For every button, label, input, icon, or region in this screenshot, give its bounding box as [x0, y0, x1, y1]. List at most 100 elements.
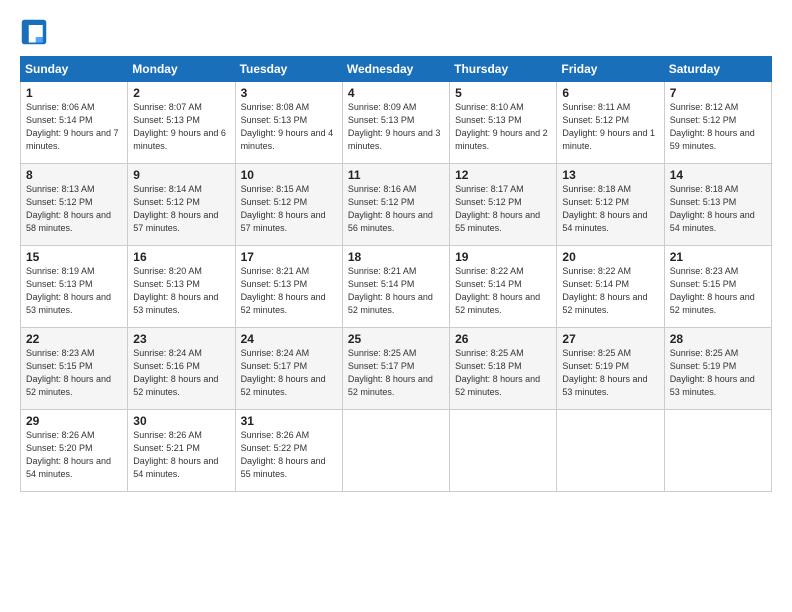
day-number: 5	[455, 86, 552, 100]
calendar-cell: 1Sunrise: 8:06 AMSunset: 5:14 PMDaylight…	[21, 82, 128, 164]
day-info: Sunrise: 8:07 AMSunset: 5:13 PMDaylight:…	[133, 101, 230, 153]
day-number: 13	[562, 168, 659, 182]
calendar-cell: 11Sunrise: 8:16 AMSunset: 5:12 PMDayligh…	[342, 164, 449, 246]
day-number: 25	[348, 332, 445, 346]
day-number: 27	[562, 332, 659, 346]
day-info: Sunrise: 8:16 AMSunset: 5:12 PMDaylight:…	[348, 183, 445, 235]
day-info: Sunrise: 8:21 AMSunset: 5:13 PMDaylight:…	[241, 265, 338, 317]
calendar-cell: 20Sunrise: 8:22 AMSunset: 5:14 PMDayligh…	[557, 246, 664, 328]
calendar-cell: 16Sunrise: 8:20 AMSunset: 5:13 PMDayligh…	[128, 246, 235, 328]
calendar-cell: 28Sunrise: 8:25 AMSunset: 5:19 PMDayligh…	[664, 328, 771, 410]
day-info: Sunrise: 8:20 AMSunset: 5:13 PMDaylight:…	[133, 265, 230, 317]
calendar-cell: 7Sunrise: 8:12 AMSunset: 5:12 PMDaylight…	[664, 82, 771, 164]
day-info: Sunrise: 8:09 AMSunset: 5:13 PMDaylight:…	[348, 101, 445, 153]
calendar: SundayMondayTuesdayWednesdayThursdayFrid…	[20, 56, 772, 492]
day-info: Sunrise: 8:15 AMSunset: 5:12 PMDaylight:…	[241, 183, 338, 235]
calendar-cell: 21Sunrise: 8:23 AMSunset: 5:15 PMDayligh…	[664, 246, 771, 328]
calendar-cell: 15Sunrise: 8:19 AMSunset: 5:13 PMDayligh…	[21, 246, 128, 328]
calendar-cell: 26Sunrise: 8:25 AMSunset: 5:18 PMDayligh…	[450, 328, 557, 410]
calendar-cell: 5Sunrise: 8:10 AMSunset: 5:13 PMDaylight…	[450, 82, 557, 164]
calendar-cell: 13Sunrise: 8:18 AMSunset: 5:12 PMDayligh…	[557, 164, 664, 246]
day-number: 15	[26, 250, 123, 264]
day-number: 14	[670, 168, 767, 182]
col-header-monday: Monday	[128, 57, 235, 82]
day-info: Sunrise: 8:19 AMSunset: 5:13 PMDaylight:…	[26, 265, 123, 317]
day-number: 2	[133, 86, 230, 100]
week-row-1: 1Sunrise: 8:06 AMSunset: 5:14 PMDaylight…	[21, 82, 772, 164]
day-info: Sunrise: 8:24 AMSunset: 5:16 PMDaylight:…	[133, 347, 230, 399]
calendar-cell: 8Sunrise: 8:13 AMSunset: 5:12 PMDaylight…	[21, 164, 128, 246]
calendar-cell: 29Sunrise: 8:26 AMSunset: 5:20 PMDayligh…	[21, 410, 128, 492]
calendar-cell: 10Sunrise: 8:15 AMSunset: 5:12 PMDayligh…	[235, 164, 342, 246]
day-number: 30	[133, 414, 230, 428]
day-number: 1	[26, 86, 123, 100]
day-info: Sunrise: 8:06 AMSunset: 5:14 PMDaylight:…	[26, 101, 123, 153]
day-info: Sunrise: 8:18 AMSunset: 5:13 PMDaylight:…	[670, 183, 767, 235]
day-number: 18	[348, 250, 445, 264]
calendar-cell: 9Sunrise: 8:14 AMSunset: 5:12 PMDaylight…	[128, 164, 235, 246]
day-info: Sunrise: 8:18 AMSunset: 5:12 PMDaylight:…	[562, 183, 659, 235]
calendar-cell: 22Sunrise: 8:23 AMSunset: 5:15 PMDayligh…	[21, 328, 128, 410]
calendar-cell: 6Sunrise: 8:11 AMSunset: 5:12 PMDaylight…	[557, 82, 664, 164]
logo-icon	[20, 18, 48, 46]
day-info: Sunrise: 8:17 AMSunset: 5:12 PMDaylight:…	[455, 183, 552, 235]
calendar-cell: 17Sunrise: 8:21 AMSunset: 5:13 PMDayligh…	[235, 246, 342, 328]
day-info: Sunrise: 8:23 AMSunset: 5:15 PMDaylight:…	[26, 347, 123, 399]
calendar-cell: 4Sunrise: 8:09 AMSunset: 5:13 PMDaylight…	[342, 82, 449, 164]
day-number: 29	[26, 414, 123, 428]
col-header-friday: Friday	[557, 57, 664, 82]
day-info: Sunrise: 8:25 AMSunset: 5:19 PMDaylight:…	[670, 347, 767, 399]
calendar-cell	[450, 410, 557, 492]
day-info: Sunrise: 8:25 AMSunset: 5:17 PMDaylight:…	[348, 347, 445, 399]
day-info: Sunrise: 8:26 AMSunset: 5:20 PMDaylight:…	[26, 429, 123, 481]
day-info: Sunrise: 8:12 AMSunset: 5:12 PMDaylight:…	[670, 101, 767, 153]
calendar-cell: 3Sunrise: 8:08 AMSunset: 5:13 PMDaylight…	[235, 82, 342, 164]
calendar-cell	[342, 410, 449, 492]
day-number: 17	[241, 250, 338, 264]
calendar-cell: 31Sunrise: 8:26 AMSunset: 5:22 PMDayligh…	[235, 410, 342, 492]
day-info: Sunrise: 8:13 AMSunset: 5:12 PMDaylight:…	[26, 183, 123, 235]
calendar-cell: 23Sunrise: 8:24 AMSunset: 5:16 PMDayligh…	[128, 328, 235, 410]
day-info: Sunrise: 8:22 AMSunset: 5:14 PMDaylight:…	[455, 265, 552, 317]
day-number: 12	[455, 168, 552, 182]
day-number: 26	[455, 332, 552, 346]
col-header-sunday: Sunday	[21, 57, 128, 82]
calendar-body: 1Sunrise: 8:06 AMSunset: 5:14 PMDaylight…	[21, 82, 772, 492]
day-number: 4	[348, 86, 445, 100]
day-number: 20	[562, 250, 659, 264]
day-info: Sunrise: 8:26 AMSunset: 5:22 PMDaylight:…	[241, 429, 338, 481]
day-number: 24	[241, 332, 338, 346]
day-info: Sunrise: 8:10 AMSunset: 5:13 PMDaylight:…	[455, 101, 552, 153]
day-number: 6	[562, 86, 659, 100]
day-number: 19	[455, 250, 552, 264]
day-info: Sunrise: 8:08 AMSunset: 5:13 PMDaylight:…	[241, 101, 338, 153]
week-row-4: 22Sunrise: 8:23 AMSunset: 5:15 PMDayligh…	[21, 328, 772, 410]
day-number: 3	[241, 86, 338, 100]
day-number: 23	[133, 332, 230, 346]
day-info: Sunrise: 8:23 AMSunset: 5:15 PMDaylight:…	[670, 265, 767, 317]
day-number: 9	[133, 168, 230, 182]
day-number: 22	[26, 332, 123, 346]
calendar-cell: 19Sunrise: 8:22 AMSunset: 5:14 PMDayligh…	[450, 246, 557, 328]
day-info: Sunrise: 8:22 AMSunset: 5:14 PMDaylight:…	[562, 265, 659, 317]
day-info: Sunrise: 8:11 AMSunset: 5:12 PMDaylight:…	[562, 101, 659, 153]
day-number: 8	[26, 168, 123, 182]
day-number: 21	[670, 250, 767, 264]
week-row-5: 29Sunrise: 8:26 AMSunset: 5:20 PMDayligh…	[21, 410, 772, 492]
calendar-cell: 27Sunrise: 8:25 AMSunset: 5:19 PMDayligh…	[557, 328, 664, 410]
day-info: Sunrise: 8:25 AMSunset: 5:19 PMDaylight:…	[562, 347, 659, 399]
day-number: 31	[241, 414, 338, 428]
col-header-saturday: Saturday	[664, 57, 771, 82]
col-header-wednesday: Wednesday	[342, 57, 449, 82]
day-info: Sunrise: 8:25 AMSunset: 5:18 PMDaylight:…	[455, 347, 552, 399]
calendar-cell: 14Sunrise: 8:18 AMSunset: 5:13 PMDayligh…	[664, 164, 771, 246]
calendar-cell: 25Sunrise: 8:25 AMSunset: 5:17 PMDayligh…	[342, 328, 449, 410]
calendar-cell: 30Sunrise: 8:26 AMSunset: 5:21 PMDayligh…	[128, 410, 235, 492]
day-number: 10	[241, 168, 338, 182]
day-number: 7	[670, 86, 767, 100]
week-row-3: 15Sunrise: 8:19 AMSunset: 5:13 PMDayligh…	[21, 246, 772, 328]
week-row-2: 8Sunrise: 8:13 AMSunset: 5:12 PMDaylight…	[21, 164, 772, 246]
day-info: Sunrise: 8:14 AMSunset: 5:12 PMDaylight:…	[133, 183, 230, 235]
day-number: 11	[348, 168, 445, 182]
calendar-header-row: SundayMondayTuesdayWednesdayThursdayFrid…	[21, 57, 772, 82]
